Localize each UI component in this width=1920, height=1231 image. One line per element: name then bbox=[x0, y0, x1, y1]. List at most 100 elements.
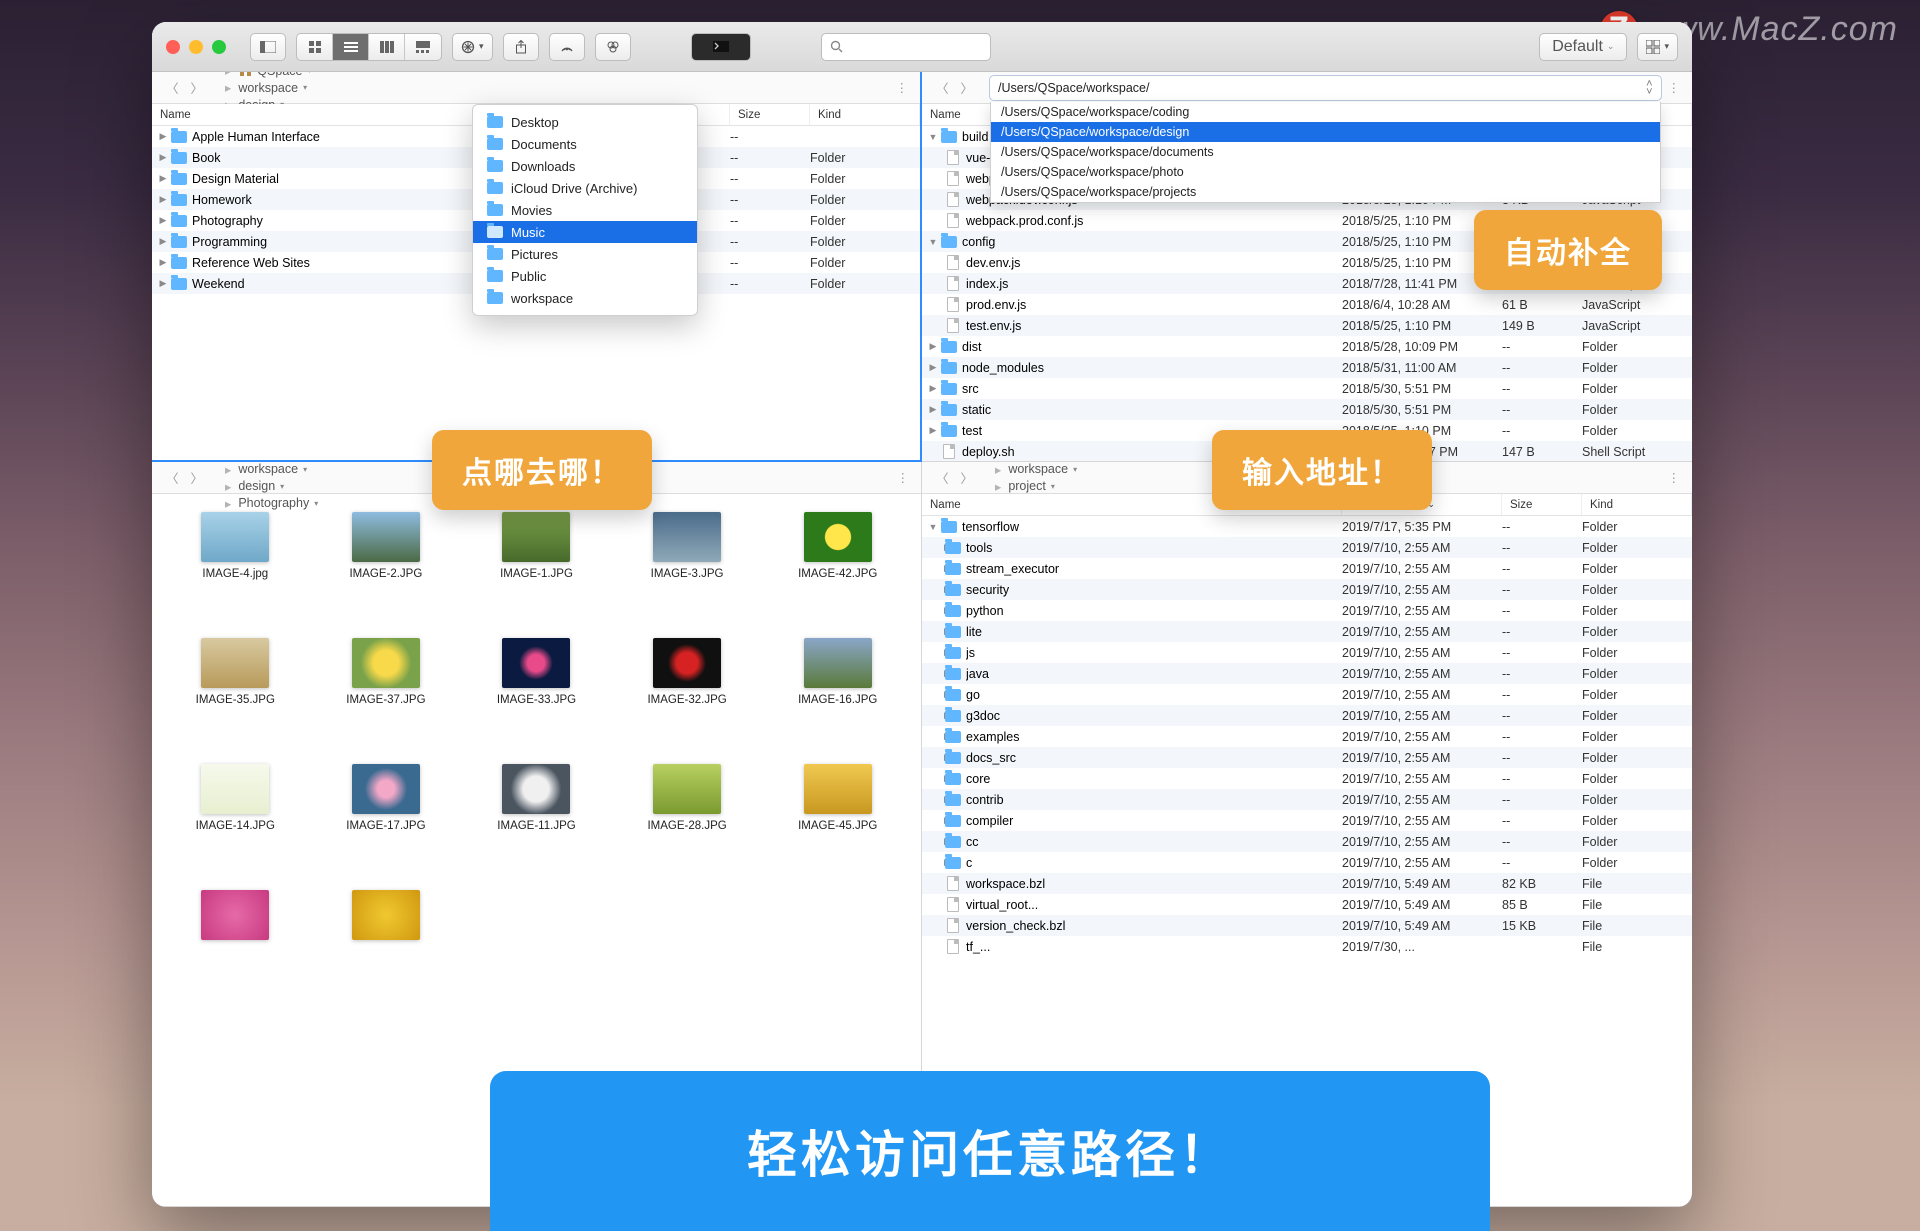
autocomplete-item[interactable]: /Users/QSpace/workspace/projects bbox=[991, 182, 1659, 202]
dropdown-item[interactable]: Downloads bbox=[473, 155, 697, 177]
view-icon-button[interactable] bbox=[297, 34, 333, 60]
disclosure-triangle[interactable]: ▶ bbox=[152, 257, 170, 268]
address-bar[interactable]: ˄˅ /Users/QSpace/workspace/coding/Users/… bbox=[989, 75, 1661, 101]
airdrop-button[interactable] bbox=[549, 33, 585, 61]
dropdown-item[interactable]: Documents bbox=[473, 133, 697, 155]
disclosure-triangle[interactable]: ▶ bbox=[922, 857, 944, 868]
thumbnail-item[interactable]: IMAGE-1.JPG bbox=[463, 512, 610, 632]
thumbnail-item[interactable]: IMAGE-28.JPG bbox=[614, 764, 761, 884]
table-row[interactable]: ▶lite2019/7/10, 2:55 AM--Folder bbox=[922, 621, 1692, 642]
disclosure-triangle[interactable]: ▶ bbox=[922, 425, 940, 436]
table-row[interactable]: ▶g3doc2019/7/10, 2:55 AM--Folder bbox=[922, 705, 1692, 726]
disclosure-triangle[interactable]: ▶ bbox=[922, 773, 944, 784]
thumbnail-item[interactable]: IMAGE-16.JPG bbox=[764, 638, 911, 758]
nav-forward-button[interactable]: 〉 bbox=[957, 76, 978, 99]
disclosure-triangle[interactable]: ▶ bbox=[922, 563, 944, 574]
view-list-button[interactable] bbox=[333, 34, 369, 60]
col-size[interactable]: Size bbox=[1502, 494, 1582, 515]
dropdown-item[interactable]: Public bbox=[473, 265, 697, 287]
table-row[interactable]: workspace.bzl2019/7/10, 5:49 AM82 KBFile bbox=[922, 873, 1692, 894]
layout-preset-select[interactable]: Default ⌄ bbox=[1539, 33, 1627, 61]
terminal-button[interactable] bbox=[691, 33, 751, 61]
table-row[interactable]: ▶core2019/7/10, 2:55 AM--Folder bbox=[922, 768, 1692, 789]
table-row[interactable]: ▶static2018/5/30, 5:51 PM--Folder bbox=[922, 399, 1692, 420]
thumbnail-item[interactable]: IMAGE-2.JPG bbox=[313, 512, 460, 632]
table-row[interactable]: ▶docs_src2019/7/10, 2:55 AM--Folder bbox=[922, 747, 1692, 768]
disclosure-triangle[interactable]: ▶ bbox=[152, 131, 170, 142]
col-size[interactable]: Size bbox=[730, 104, 810, 125]
thumbnail-item[interactable]: IMAGE-11.JPG bbox=[463, 764, 610, 884]
nav-back-button[interactable]: 〈 bbox=[162, 466, 183, 489]
table-row[interactable]: ▶contrib2019/7/10, 2:55 AM--Folder bbox=[922, 789, 1692, 810]
nav-back-button[interactable]: 〈 bbox=[932, 76, 953, 99]
table-row[interactable]: prod.env.js2018/6/4, 10:28 AM61 BJavaScr… bbox=[922, 294, 1692, 315]
disclosure-triangle[interactable]: ▶ bbox=[152, 194, 170, 205]
disclosure-triangle[interactable]: ▶ bbox=[152, 152, 170, 163]
breadcrumb-item[interactable]: ▸design ▾ bbox=[219, 478, 322, 495]
autocomplete-item[interactable]: /Users/QSpace/workspace/photo bbox=[991, 162, 1659, 182]
thumbnail-item[interactable]: IMAGE-3.JPG bbox=[614, 512, 761, 632]
thumbnail-item[interactable]: IMAGE-45.JPG bbox=[764, 764, 911, 884]
col-kind[interactable]: Kind bbox=[810, 104, 920, 125]
disclosure-triangle[interactable]: ▶ bbox=[152, 278, 170, 289]
disclosure-triangle[interactable]: ▶ bbox=[152, 173, 170, 184]
search-field[interactable] bbox=[821, 33, 991, 61]
thumbnail-item[interactable]: IMAGE-32.JPG bbox=[614, 638, 761, 758]
table-row[interactable]: ▶java2019/7/10, 2:55 AM--Folder bbox=[922, 663, 1692, 684]
table-row[interactable]: ▶tools2019/7/10, 2:55 AM--Folder bbox=[922, 537, 1692, 558]
breadcrumb-item[interactable]: ▸workspace ▾ bbox=[219, 79, 315, 96]
thumbnail-item[interactable] bbox=[162, 890, 309, 1010]
dropdown-item[interactable]: iCloud Drive (Archive) bbox=[473, 177, 697, 199]
table-row[interactable]: ▶security2019/7/10, 2:55 AM--Folder bbox=[922, 579, 1692, 600]
disclosure-triangle[interactable]: ▶ bbox=[922, 752, 944, 763]
thumbnail-item[interactable]: IMAGE-14.JPG bbox=[162, 764, 309, 884]
nav-forward-button[interactable]: 〉 bbox=[957, 466, 978, 489]
disclosure-triangle[interactable]: ▶ bbox=[922, 542, 944, 553]
zoom-button[interactable] bbox=[212, 40, 226, 54]
disclosure-triangle[interactable]: ▶ bbox=[922, 794, 944, 805]
disclosure-triangle[interactable]: ▶ bbox=[152, 236, 170, 247]
tags-button[interactable] bbox=[595, 33, 631, 61]
disclosure-triangle[interactable]: ▼ bbox=[922, 132, 940, 142]
table-row[interactable]: version_check.bzl2019/7/10, 5:49 AM15 KB… bbox=[922, 915, 1692, 936]
disclosure-triangle[interactable]: ▶ bbox=[922, 383, 940, 394]
thumbnail-item[interactable]: IMAGE-42.JPG bbox=[764, 512, 911, 632]
disclosure-triangle[interactable]: ▶ bbox=[922, 815, 944, 826]
pane-layout-button[interactable]: ▾ bbox=[1637, 33, 1678, 61]
table-row[interactable]: test.env.js2018/5/25, 1:10 PM149 BJavaSc… bbox=[922, 315, 1692, 336]
disclosure-triangle[interactable]: ▼ bbox=[922, 522, 940, 532]
toggle-sidebar-button[interactable] bbox=[250, 33, 286, 61]
disclosure-triangle[interactable]: ▶ bbox=[922, 626, 944, 637]
address-stepper-icon[interactable]: ˄˅ bbox=[1646, 80, 1652, 96]
table-row[interactable]: ▶stream_executor2019/7/10, 2:55 AM--Fold… bbox=[922, 558, 1692, 579]
disclosure-triangle[interactable]: ▶ bbox=[922, 341, 940, 352]
table-row[interactable]: ▶src2018/5/30, 5:51 PM--Folder bbox=[922, 378, 1692, 399]
autocomplete-item[interactable]: /Users/QSpace/workspace/documents bbox=[991, 142, 1659, 162]
disclosure-triangle[interactable]: ▶ bbox=[922, 404, 940, 415]
col-kind[interactable]: Kind bbox=[1582, 494, 1692, 515]
disclosure-triangle[interactable]: ▶ bbox=[922, 584, 944, 595]
table-row[interactable]: ▶c2019/7/10, 2:55 AM--Folder bbox=[922, 852, 1692, 873]
minimize-button[interactable] bbox=[189, 40, 203, 54]
close-button[interactable] bbox=[166, 40, 180, 54]
breadcrumb-item[interactable]: ▸QSpace ▾ bbox=[219, 72, 315, 79]
disclosure-triangle[interactable]: ▶ bbox=[922, 362, 940, 373]
breadcrumb-item[interactable]: ▸workspace ▾ bbox=[219, 462, 322, 478]
table-row[interactable]: ▶python2019/7/10, 2:55 AM--Folder bbox=[922, 600, 1692, 621]
table-row[interactable]: ▶dist2018/5/28, 10:09 PM--Folder bbox=[922, 336, 1692, 357]
table-row[interactable]: ▶examples2019/7/10, 2:55 AM--Folder bbox=[922, 726, 1692, 747]
thumbnail-item[interactable]: IMAGE-37.JPG bbox=[313, 638, 460, 758]
share-button[interactable] bbox=[503, 33, 539, 61]
action-menu-button[interactable]: ▾ bbox=[452, 33, 493, 61]
dropdown-item[interactable]: Pictures bbox=[473, 243, 697, 265]
table-row[interactable]: ▶compiler2019/7/10, 2:55 AM--Folder bbox=[922, 810, 1692, 831]
pathbar-menu-button[interactable]: ⋮ bbox=[1668, 470, 1683, 485]
table-row[interactable]: ▶cc2019/7/10, 2:55 AM--Folder bbox=[922, 831, 1692, 852]
breadcrumb-item[interactable]: ▸workspace ▾ bbox=[989, 462, 1085, 478]
thumbnail-item[interactable] bbox=[313, 890, 460, 1010]
thumbnail-item[interactable]: IMAGE-4.jpg bbox=[162, 512, 309, 632]
breadcrumb-item[interactable]: ▸project ▾ bbox=[989, 478, 1085, 495]
dropdown-item[interactable]: Music bbox=[473, 221, 697, 243]
pathbar-menu-button[interactable]: ⋮ bbox=[896, 80, 911, 95]
disclosure-triangle[interactable]: ▶ bbox=[922, 647, 944, 658]
